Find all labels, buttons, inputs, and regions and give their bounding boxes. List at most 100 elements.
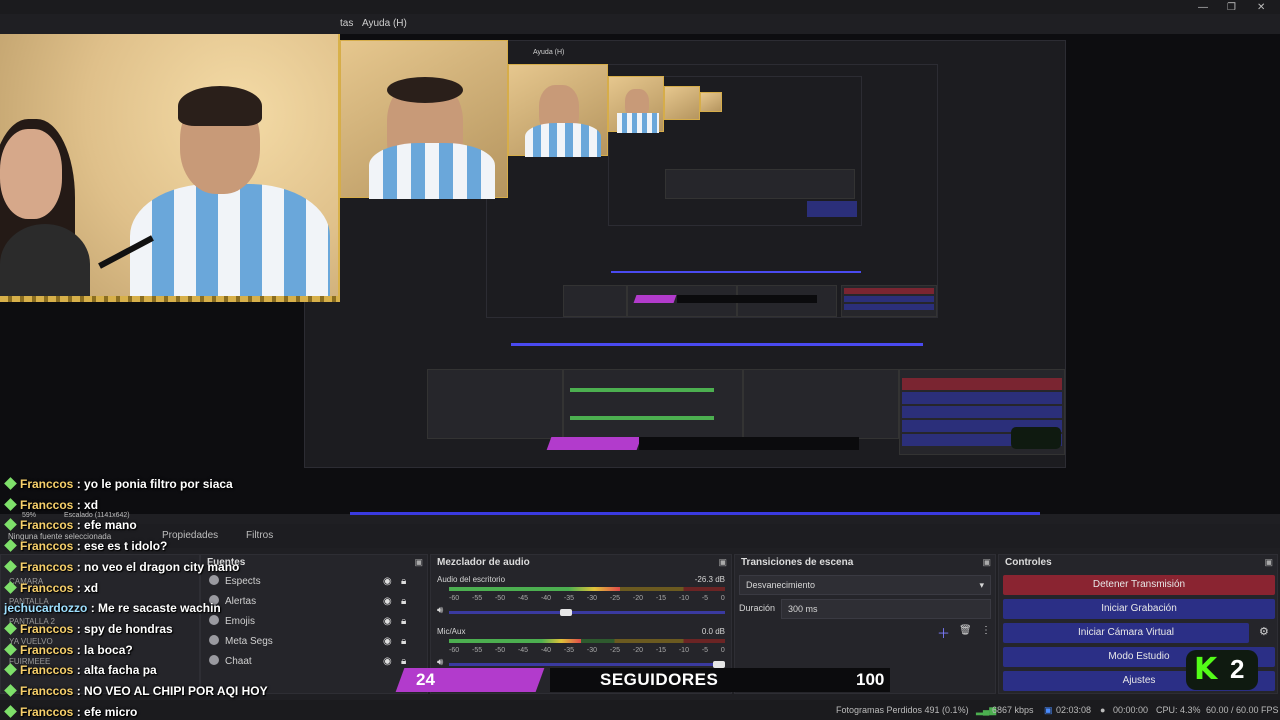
kick-logo-badge: K 2	[1186, 650, 1258, 690]
ch2-ticks: -60 -55 -50 -45 -40 -35 -30 -25 -20 -15 -10 -5 0	[449, 647, 725, 654]
chat-message: Franccos : la boca?	[4, 640, 304, 661]
nested-sources-panel	[427, 369, 563, 439]
meter-tick-label: -35	[563, 647, 575, 654]
ch1-meter-level	[449, 587, 621, 591]
meter-tick-label: -5	[701, 595, 709, 602]
chat-text: : la boca?	[73, 642, 133, 657]
fps: 60.00 / 60.00 FPS	[1206, 705, 1279, 715]
visibility-eye-icon[interactable]: ◉	[383, 596, 392, 607]
nested-menu-ayuda: Ayuda (H)	[533, 49, 565, 56]
dock-icon[interactable]: ▣	[1264, 557, 1273, 568]
chat-text: : efe mano	[73, 518, 137, 533]
kick-logo-icon: K	[1194, 652, 1218, 687]
gear-icon[interactable]: ⚙	[1259, 625, 1269, 638]
visibility-eye-icon[interactable]: ◉	[383, 656, 392, 667]
lock-icon[interactable]: 🔒︎	[401, 576, 406, 587]
chat-username: Franccos	[20, 621, 74, 636]
chat-message: Franccos : xd	[4, 495, 304, 516]
nested-webcam-2	[508, 64, 608, 157]
chat-message: Franccos : efe micro	[4, 702, 304, 720]
chat-badge-icon	[4, 497, 17, 511]
webcam-gold-frame	[0, 296, 338, 302]
webcam-feed	[0, 34, 340, 302]
dropped-frames: Fotogramas Perdidos 491 (0.1%)	[836, 705, 969, 715]
chevron-down-icon: ▾	[979, 580, 984, 590]
transition-select[interactable]: Desvanecimiento ▾	[739, 575, 991, 595]
chat-text: : efe micro	[73, 704, 138, 719]
chat-message: Franccos : spy de hondras	[4, 619, 304, 640]
meter-tick-label: -30	[586, 595, 598, 602]
ch2-volume-slider[interactable]	[449, 663, 725, 666]
meter-tick-label: -45	[517, 647, 529, 654]
chat-text: : spy de hondras	[73, 621, 173, 636]
trash-icon[interactable]: 🗑︎	[959, 625, 972, 636]
dock-icon[interactable]: ▣	[982, 557, 991, 568]
chat-username: Franccos	[20, 642, 74, 657]
lock-icon[interactable]: 🔒︎	[401, 596, 406, 607]
menu-bar: tas Ayuda (H)	[0, 14, 1280, 34]
start-virtual-cam-button[interactable]: Iniciar Cámara Virtual	[1003, 623, 1249, 643]
speaker-icon[interactable]: 🔊︎	[437, 657, 443, 668]
chat-badge-icon	[4, 477, 17, 490]
cpu-usage: CPU: 4.3%	[1156, 705, 1201, 715]
preview-canvas[interactable]: Ayuda (H)	[0, 34, 1280, 515]
meter-tick-label: -25	[609, 595, 621, 602]
chat-text: : xd	[73, 497, 99, 512]
more-icon[interactable]: ⋮	[981, 625, 991, 636]
ch1-volume-slider[interactable]	[449, 611, 725, 614]
chat-username: Franccos	[20, 663, 74, 678]
speaker-icon[interactable]: 🔊︎	[437, 605, 443, 616]
stream-time: 02:03:08	[1056, 705, 1092, 715]
obs-window: — ❐ ✕ tas Ayuda (H) Ayuda (H) 59% Escala…	[0, 0, 1280, 720]
add-icon[interactable]: ＋	[937, 623, 950, 642]
stream-icon: ▣	[1044, 705, 1053, 715]
chat-overlay: Franccos : yo le ponia filtro por siaca F…	[4, 474, 304, 720]
chat-text: : alta facha pa	[73, 663, 157, 678]
chat-badge-icon	[4, 704, 17, 718]
maximize-button[interactable]: ❐	[1227, 2, 1236, 13]
meter-tick-label: -5	[701, 647, 709, 654]
close-button[interactable]: ✕	[1257, 2, 1265, 13]
ch2-volume-knob[interactable]	[713, 661, 725, 668]
chat-message: Franccos : no veo el dragon city mano	[4, 557, 304, 578]
meter-tick-label: -60	[449, 595, 460, 602]
kbps: 6867 kbps	[992, 705, 1034, 715]
meter-tick-label: -40	[540, 647, 552, 654]
follower-goal: 100	[856, 670, 885, 689]
lock-icon[interactable]: 🔒︎	[401, 616, 406, 627]
chat-text: : xd	[73, 580, 99, 595]
menu-herramientas[interactable]: tas	[340, 18, 353, 29]
chat-text: : no veo el dragon city mano	[73, 559, 240, 574]
duration-input[interactable]: 300 ms	[781, 599, 991, 619]
chat-message: Franccos : efe mano	[4, 515, 304, 536]
dock-icon[interactable]: ▣	[718, 557, 727, 568]
chat-badge-icon	[4, 518, 17, 532]
visibility-eye-icon[interactable]: ◉	[383, 576, 392, 587]
follower-label: SEGUIDORES	[600, 670, 719, 689]
minimize-button[interactable]: —	[1198, 2, 1208, 13]
stop-stream-button[interactable]: Detener Transmisión	[1003, 575, 1275, 595]
nested-webcam-5	[700, 92, 722, 112]
ch1-ticks: -60 -55 -50 -45 -40 -35 -30 -25 -20 -15 -10 -5 0	[449, 595, 725, 602]
chat-username: jechucardozzo	[4, 601, 88, 616]
menu-ayuda[interactable]: Ayuda (H)	[362, 18, 407, 29]
visibility-eye-icon[interactable]: ◉	[383, 636, 392, 647]
controls-title: Controles	[1005, 557, 1052, 568]
ch1-volume-knob[interactable]	[559, 609, 572, 616]
visibility-eye-icon[interactable]: ◉	[383, 616, 392, 627]
meter-tick-label: -50	[494, 647, 506, 654]
dock-icon[interactable]: ▣	[414, 557, 423, 568]
nested-webcam-1	[340, 40, 508, 199]
duration-label: Duración	[739, 603, 776, 613]
chat-badge-icon	[4, 684, 17, 697]
preview-blue-line	[350, 512, 1040, 515]
start-recording-button[interactable]: Iniciar Grabación	[1003, 599, 1275, 619]
meter-tick-label: -15	[655, 647, 666, 654]
meter-tick-label: -55	[471, 595, 483, 602]
lock-icon[interactable]: 🔒︎	[401, 656, 406, 667]
chat-username: Franccos	[20, 539, 74, 554]
meter-tick-label: -25	[609, 647, 621, 654]
meter-tick-label: -10	[678, 595, 689, 602]
lock-icon[interactable]: 🔒︎	[401, 636, 406, 647]
chat-username: Franccos	[20, 559, 74, 574]
